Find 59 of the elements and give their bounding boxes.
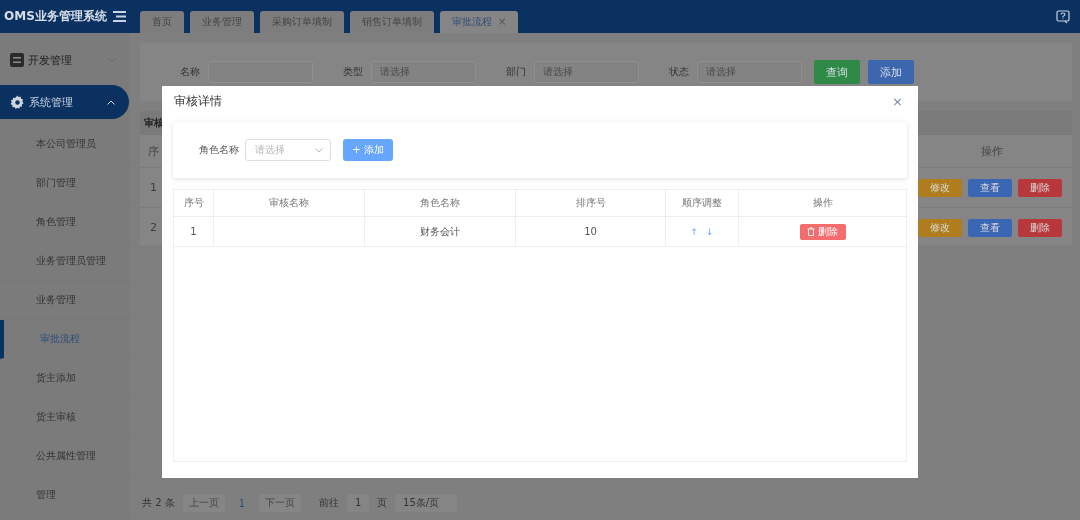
column-header: 序 [148, 143, 159, 159]
table-cell: 1 [150, 181, 157, 194]
menu-item[interactable]: 货主添加 [0, 359, 130, 398]
dialog-title: 审核详情 [174, 92, 222, 110]
edit-button[interactable]: 修改 [918, 178, 962, 197]
menu-item[interactable]: 公共属性管理 [0, 437, 130, 476]
column-header: 角色名称 [365, 190, 516, 216]
search-button[interactable]: 查询 [814, 60, 860, 84]
add-button[interactable]: 添加 [868, 60, 914, 84]
page-size-select[interactable]: 15条/页 [395, 494, 458, 512]
column-header: 顺序调整 [666, 190, 739, 216]
view-button[interactable]: 查看 [968, 178, 1012, 197]
help-icon[interactable] [1056, 9, 1070, 24]
chevron-up-icon [107, 99, 115, 105]
edit-button[interactable]: 修改 [918, 218, 962, 237]
field-label: 角色名称 [199, 143, 239, 157]
move-down-button[interactable]: ↓ [706, 226, 714, 237]
table-cell: 财务会计 [365, 217, 516, 246]
table-cell: 2 [150, 221, 157, 234]
menu-item[interactable]: 本公司管理员 [0, 125, 130, 164]
column-header: 序号 [174, 190, 214, 216]
chevron-down-icon [315, 147, 323, 153]
page-input[interactable]: 1 [347, 494, 370, 512]
gear-icon [10, 94, 25, 110]
menu-item[interactable]: 管理 [0, 476, 130, 515]
filter-label: 部门 [506, 65, 526, 79]
total-count: 共 2 条 [142, 496, 175, 510]
column-header: 操作 [811, 196, 834, 210]
menu-item[interactable]: 角色管理 [0, 203, 130, 242]
view-button[interactable]: 查看 [968, 218, 1012, 237]
menu-item[interactable]: 部门管理 [0, 164, 130, 203]
column-header: 操作 [981, 143, 1003, 159]
menu-item[interactable]: 业务管理员管理 [0, 242, 130, 281]
role-select[interactable]: 请选择 [245, 139, 331, 161]
trash-icon [807, 227, 815, 236]
filter-label: 状态 [669, 65, 689, 79]
delete-button[interactable]: 删除 [1018, 178, 1062, 197]
page-number[interactable]: 1 [232, 496, 252, 510]
app-title: OMS业务管理系统 [4, 8, 107, 25]
table-cell: 1 [174, 217, 214, 246]
filter-label: 名称 [180, 65, 200, 79]
move-up-button[interactable]: ↑ [690, 226, 698, 237]
page-unit: 页 [377, 496, 388, 510]
menu-group[interactable]: 开发管理 [0, 43, 130, 77]
menu-item[interactable]: 审批流程 [0, 320, 130, 359]
close-button[interactable]: × [888, 93, 907, 109]
menu-group[interactable]: 系统管理 [0, 85, 129, 119]
menu-icon[interactable] [112, 11, 126, 22]
column-header: 排序号 [516, 190, 666, 216]
table-cell: 10 [516, 217, 666, 246]
delete-button[interactable]: 删除 [799, 223, 846, 240]
filter-label: 类型 [343, 65, 363, 79]
menu-item[interactable]: 货主审核 [0, 398, 130, 437]
delete-button[interactable]: 删除 [1018, 218, 1062, 237]
menu-item[interactable]: 业务管理 [0, 281, 130, 320]
column-header: 审核名称 [214, 190, 365, 216]
tab[interactable]: 审批流程 × [440, 11, 519, 33]
goto-label: 前往 [319, 496, 340, 510]
add-button[interactable]: + 添加 [343, 139, 393, 161]
